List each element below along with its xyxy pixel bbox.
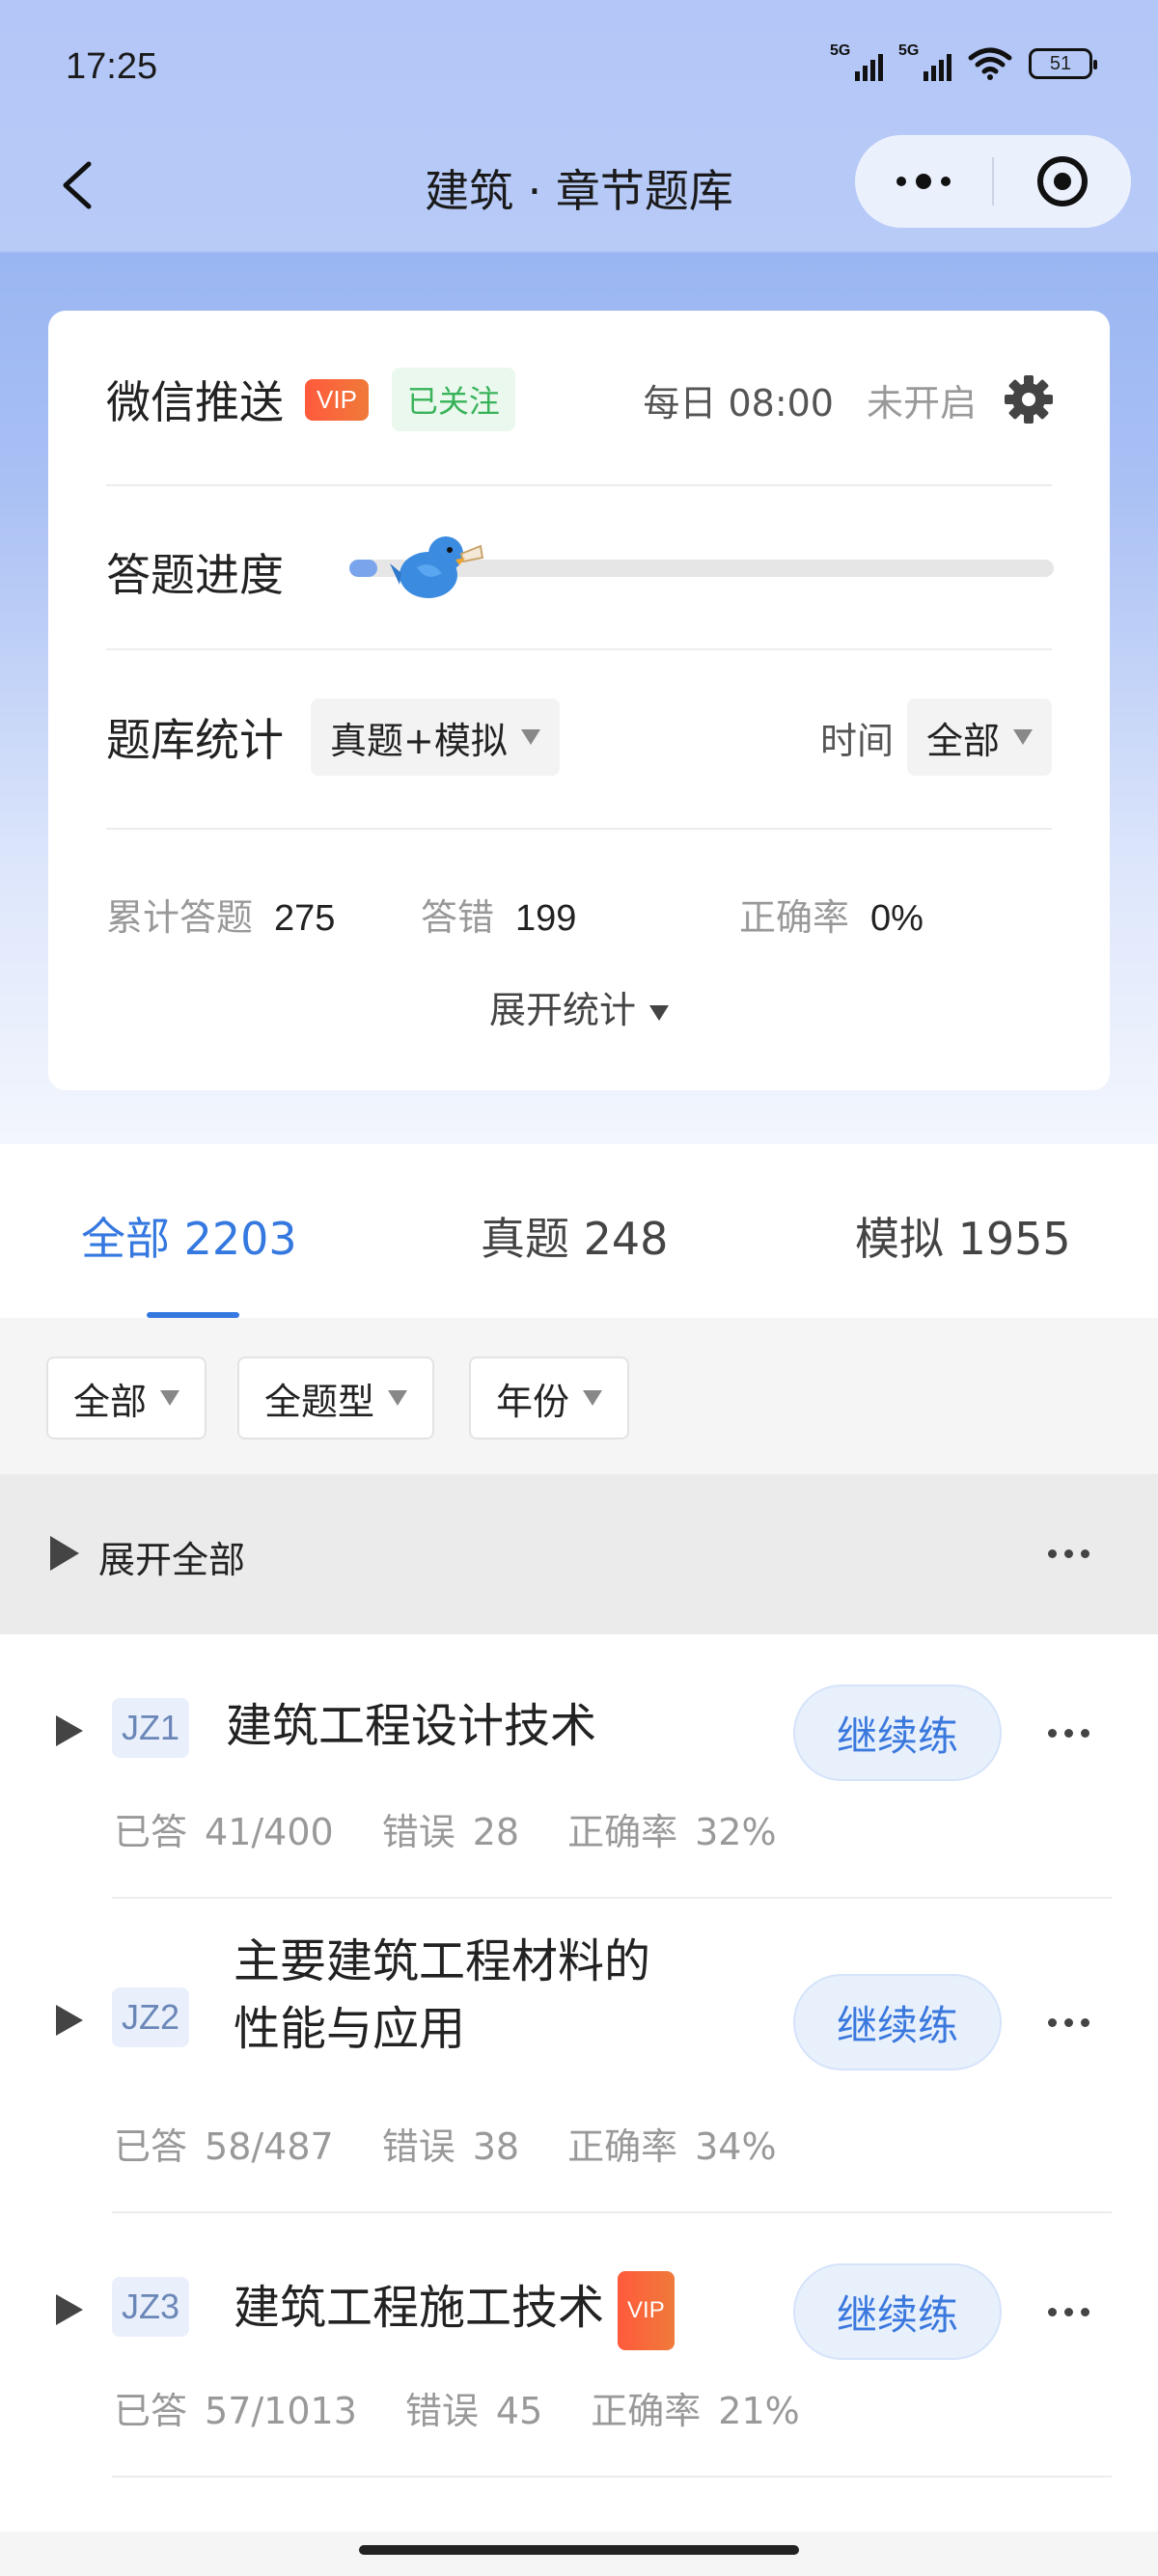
chapter-code: JZ1: [112, 1698, 190, 1758]
dropdown-arrow-icon: [388, 1390, 408, 1406]
expand-all-row[interactable]: 展开全部: [0, 1474, 1158, 1634]
vip-badge: VIP: [618, 2271, 675, 2350]
chapter-title: 主要建筑工程材料的 性能与应用: [234, 1934, 651, 2056]
dropdown-arrow-icon: [1013, 729, 1033, 745]
time-select[interactable]: 全部: [906, 699, 1052, 776]
metric-accuracy: 正确率 0%: [739, 896, 924, 939]
gear-icon[interactable]: [1002, 372, 1056, 426]
more-icon[interactable]: [1048, 1729, 1089, 1738]
bird-icon: [390, 536, 484, 598]
battery-icon: 51: [1029, 48, 1097, 79]
dropdown-arrow-icon: [583, 1390, 603, 1406]
more-menu-button[interactable]: [855, 174, 992, 189]
signal-icon-2: 5G: [898, 42, 951, 81]
filter-year[interactable]: 年份: [469, 1357, 630, 1439]
dropdown-arrow-icon: [520, 729, 540, 745]
continue-button[interactable]: 继续练: [793, 1685, 1002, 1781]
chapter-stats: 已答 41/400 错误 28 正确率 32%: [114, 1811, 777, 1853]
stats-label: 题库统计: [106, 714, 284, 766]
wifi-icon: [968, 47, 1012, 80]
play-triangle-icon: [50, 1536, 79, 1571]
expand-triangle-icon[interactable]: [56, 1715, 83, 1746]
home-indicator[interactable]: [359, 2545, 799, 2555]
signal-icon: 5G: [830, 42, 883, 81]
followed-badge[interactable]: 已关注: [391, 368, 515, 431]
push-label: 微信推送: [106, 376, 284, 428]
tab-bar: 全部 2203 真题 248 模拟 1955: [0, 1144, 1158, 1318]
metrics-row: 累计答题 275 答错 199 正确率 0%: [106, 888, 1052, 939]
chapter-code: JZ3: [112, 2277, 190, 2337]
chapter-stats: 已答 57/1013 错误 45 正确率 21%: [114, 2390, 800, 2432]
push-time[interactable]: 每日 08:00: [643, 373, 834, 426]
progress-label: 答题进度: [106, 549, 284, 601]
tab-all[interactable]: 全部 2203: [81, 1204, 297, 1268]
tab-mock[interactable]: 模拟 1955: [855, 1204, 1071, 1268]
filter-bar: 全部 全题型 年份: [0, 1318, 1158, 1474]
status-bar: 17:25 5G 5G 51: [0, 0, 1158, 135]
expand-all-label: 展开全部: [98, 1539, 246, 1581]
chapter-title: 建筑工程设计技术: [226, 1699, 597, 1753]
target-icon: [1037, 156, 1088, 206]
continue-button[interactable]: 继续练: [793, 1974, 1002, 2070]
continue-button[interactable]: 继续练: [793, 2263, 1002, 2360]
mini-program-capsule: [855, 135, 1131, 228]
vip-badge: VIP: [305, 378, 369, 421]
progress-fill: [349, 560, 378, 577]
chapter-title: 建筑工程施工技术 VIP: [234, 2271, 675, 2350]
tab-real-exam[interactable]: 真题 248: [481, 1204, 668, 1268]
dropdown-arrow-icon: [160, 1390, 180, 1406]
stats-filter-row: 题库统计 真题+模拟 时间 全部: [106, 699, 1052, 776]
stats-card: 微信推送 VIP 已关注 每日 08:00 未开启 答题进度 题库统计 真题+模…: [48, 311, 1110, 1090]
chapter-stats: 已答 58/487 错误 38 正确率 34%: [114, 2125, 777, 2168]
more-icon[interactable]: [1048, 1549, 1089, 1558]
dropdown-arrow-icon: [649, 1004, 669, 1021]
time-label: 时间: [819, 719, 894, 762]
nav-bar: 建筑 · 章节题库: [0, 135, 1158, 251]
more-icon[interactable]: [1048, 2018, 1089, 2027]
wechat-push-row: 微信推送 VIP 已关注 每日 08:00 未开启: [106, 368, 1056, 431]
close-mini-program-button[interactable]: [994, 156, 1131, 206]
push-status[interactable]: 未开启: [867, 373, 977, 426]
metric-total: 累计答题 275: [106, 896, 336, 939]
expand-triangle-icon[interactable]: [56, 2294, 83, 2325]
metric-wrong: 答错 199: [421, 896, 577, 939]
filter-scope[interactable]: 全部: [46, 1357, 207, 1439]
clock: 17:25: [66, 46, 158, 87]
chapter-code: JZ2: [112, 1987, 190, 2047]
expand-triangle-icon[interactable]: [56, 2005, 83, 2036]
filter-question-type[interactable]: 全题型: [237, 1357, 435, 1439]
chapter-list: JZ1 建筑工程设计技术 继续练 已答 41/400 错误 28 正确率 32% JZ2 …: [0, 1634, 1158, 2532]
status-icons: 5G 5G 51: [830, 42, 1097, 81]
more-icon[interactable]: [1048, 2308, 1089, 2316]
stats-type-select[interactable]: 真题+模拟: [311, 699, 560, 776]
expand-stats-button[interactable]: 展开统计: [48, 980, 1110, 1033]
